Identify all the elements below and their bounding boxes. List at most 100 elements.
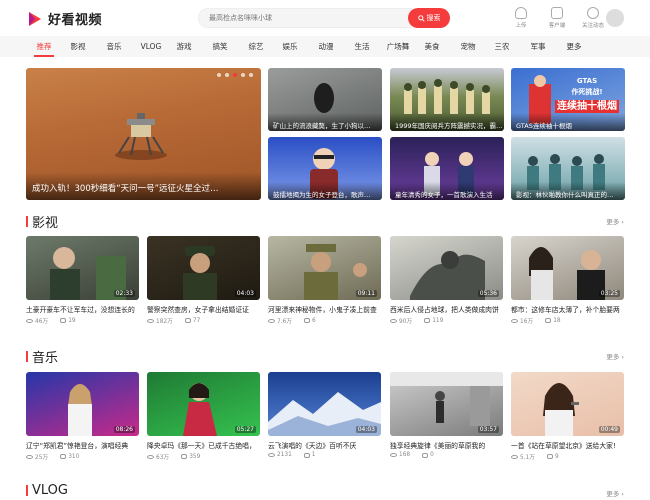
view-count: 63万 [156,455,170,461]
nav-item-military[interactable]: 军事 [530,36,546,57]
client-icon [551,7,563,19]
banner-thumb[interactable]: 1999年国庆阅兵方阵震撼实况，霸… [390,68,504,131]
banner-thumb[interactable]: 鼓擂地揭为生的女子登台，歌声… [268,137,382,200]
video-title[interactable]: 河里漂来神秘物件，小鬼子凑上前查 [268,304,381,314]
nav-item-pets[interactable]: 宠物 [460,36,476,57]
nav-item-vlog[interactable]: VLOG [140,36,162,57]
video-title[interactable]: 一首《站在草原望北京》送给大家! [511,440,624,450]
video-card[interactable]: 09:11 河里漂来神秘物件，小鬼子凑上前查 7.6万 6 [268,236,381,325]
client-button[interactable]: 客户端 [546,7,568,29]
nav-item-music[interactable]: 音乐 [106,36,122,57]
video-meta: 2131 1 [268,452,381,458]
video-card[interactable]: 05:36 西米后人侵占地球，把人类做成肉饼 90万 119 [390,236,503,325]
carousel-dot[interactable] [225,73,229,77]
nav-item-more[interactable]: 更多 [566,36,582,57]
carousel-dot[interactable] [217,73,221,77]
video-thumbnail[interactable]: 05:36 [390,236,503,300]
section-title-vlog: VLOG [26,483,68,498]
search-button[interactable]: 搜索 [408,8,450,28]
carousel-dots [217,73,253,77]
nav-item-film[interactable]: 影视 [70,36,86,57]
banner-thumb[interactable]: 矿山上的流浪藏獒，生了小狗以… [268,68,382,131]
video-thumbnail[interactable]: 03:57 [390,372,503,436]
video-title[interactable]: 土豪开豪车不让军车过，没想连长的 [26,304,139,314]
comment-icon [60,454,67,459]
video-title[interactable]: 警察突然查房，女子拿出结婚证证 [147,304,260,314]
banner-thumb[interactable]: 童年清秀的女子，一首歌演入生活 [390,137,504,200]
mars-lander-image [115,113,167,160]
banner-thumb[interactable]: 影视：林伙啪教你什么叫真正的… [511,137,625,200]
nav-item-funny[interactable]: 搞笑 [212,36,228,57]
logo[interactable]: 好看视频 [26,9,102,28]
video-thumbnail[interactable]: 00:49 [511,372,624,436]
video-card[interactable]: 00:49 一首《站在草原望北京》送给大家! 5.1万 9 [511,372,624,461]
video-thumbnail[interactable]: 08:26 [26,372,139,436]
video-card[interactable]: 04:03 云飞演唱的《天边》百听不厌 2131 1 [268,372,381,458]
view-count: 16万 [520,319,534,325]
comment-icon [545,318,552,323]
comment-icon [303,452,310,458]
search-input[interactable] [198,8,412,28]
nav-item-recommend[interactable]: 推荐 [34,36,54,57]
banner-thumb-caption: 矿山上的流浪藏獒，生了小狗以… [268,113,382,131]
video-card[interactable]: 08:26 辽宁“郑凯君”惊艳登台，演唱经典 25万 310 [26,372,139,461]
video-thumbnail[interactable]: 03:25 [511,236,624,300]
nav-item-square-dance[interactable]: 广场舞 [386,36,410,57]
comment-icon [547,454,554,459]
video-meta: 5.1万 9 [511,452,624,461]
video-thumbnail[interactable]: 04:03 [147,236,260,300]
views-icon [511,454,518,459]
banner-thumb-caption: GTAS连续袖十根烟 [511,113,625,131]
video-thumbnail[interactable]: 02:33 [26,236,139,300]
video-thumbnail[interactable]: 05:27 [147,372,260,436]
nav-item-life[interactable]: 生活 [354,36,370,57]
views-icon [147,318,154,323]
comment-count: 9 [555,453,559,460]
nav-item-food[interactable]: 美食 [424,36,440,57]
video-title[interactable]: 都市：这修车店太薄了，补个胎要两 [511,304,624,314]
avatar[interactable] [606,9,624,27]
upload-button[interactable]: 上传 [510,7,532,29]
video-duration: 04:03 [234,290,256,297]
video-title[interactable]: 辽宁“郑凯君”惊艳登台，演唱经典 [26,440,139,450]
follow-button[interactable]: 关注动态 [582,7,604,29]
nav-item-entertainment[interactable]: 娱乐 [282,36,298,57]
banner-thumb-caption: 童年清秀的女子，一首歌演入生活 [390,182,504,200]
views-icon [511,318,518,323]
more-link-film[interactable]: 更多 › [606,216,624,226]
follow-label: 关注动态 [582,23,605,29]
section-title-music: 音乐 [26,347,58,366]
view-count: 46万 [35,319,49,325]
video-thumbnail[interactable]: 09:11 [268,236,381,300]
nav-item-game[interactable]: 游戏 [176,36,192,57]
nav-item-rural[interactable]: 三农 [494,36,510,57]
video-meta: 7.6万 6 [268,316,381,325]
banner-thumb[interactable]: GTAS 作死挑战! 连续抽十根烟 GTAS连续袖十根烟 [511,68,625,131]
video-card[interactable]: 03:57 独享经典旋律《美丽的草原我的 168 0 [390,372,503,458]
gtas-line2: 作死挑战! [571,88,603,96]
video-duration: 05:36 [477,290,499,297]
more-link-music[interactable]: 更多 › [606,351,624,361]
view-count: 25万 [35,455,49,461]
gtas-big: 连续抽十根烟 [555,100,619,113]
gtas-line1: GTAS [576,77,598,85]
video-card[interactable]: 02:33 土豪开豪车不让军车过，没想连长的 46万 19 [26,236,139,325]
more-link-vlog[interactable]: 更多 › [606,488,624,498]
comment-count: 18 [553,317,561,324]
video-title[interactable]: 独享经典旋律《美丽的草原我的 [390,440,503,450]
video-title[interactable]: 西米后人侵占地球，把人类做成肉饼 [390,304,503,314]
video-thumbnail[interactable]: 04:03 [268,372,381,436]
views-icon [26,318,33,323]
nav-item-variety[interactable]: 综艺 [248,36,264,57]
video-title[interactable]: 降央卓玛《那一天》已成千古绝唱， [147,440,260,450]
carousel-dot[interactable] [249,73,253,77]
video-title[interactable]: 云飞演唱的《天边》百听不厌 [268,440,381,450]
video-meta: 182万 77 [147,316,260,325]
carousel-dot[interactable] [241,73,245,77]
video-card[interactable]: 04:03 警察突然查房，女子拿出结婚证证 182万 77 [147,236,260,325]
video-card[interactable]: 03:25 都市：这修车店太薄了，补个胎要两 16万 18 [511,236,624,325]
video-card[interactable]: 05:27 降央卓玛《那一天》已成千古绝唱， 63万 359 [147,372,260,461]
hero-banner[interactable]: 成功入轨！300秒细看“天问一号”远征火星全过… [26,68,261,200]
nav-item-anime[interactable]: 动漫 [318,36,334,57]
carousel-dot-active[interactable] [233,73,237,77]
